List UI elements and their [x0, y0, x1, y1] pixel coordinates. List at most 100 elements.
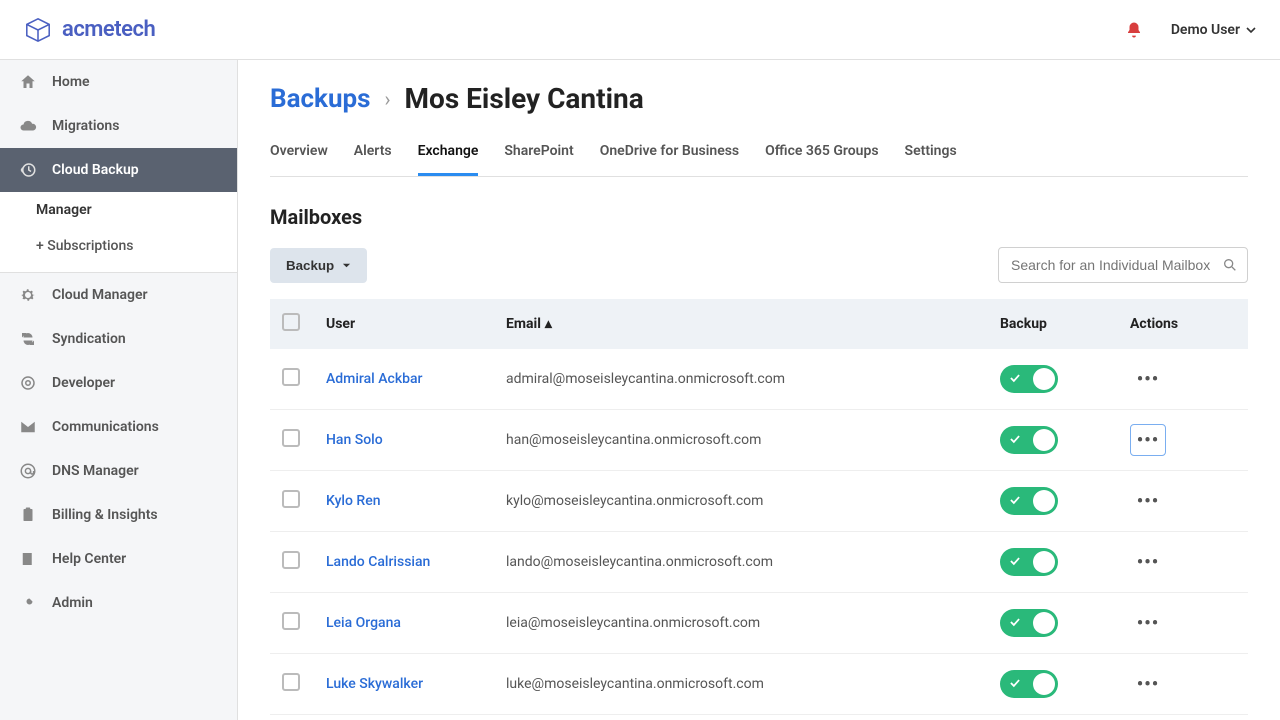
- row-checkbox[interactable]: [282, 368, 300, 386]
- tabbar: Overview Alerts Exchange SharePoint OneD…: [270, 133, 1248, 177]
- sidebar-subsection: Manager + Subscriptions: [0, 192, 237, 273]
- tab-onedrive[interactable]: OneDrive for Business: [600, 133, 739, 176]
- row-checkbox[interactable]: [282, 551, 300, 569]
- sidebar-item-migrations[interactable]: Migrations: [0, 104, 237, 148]
- toggle-knob: [1033, 368, 1055, 390]
- check-icon: [1008, 554, 1022, 568]
- search-input[interactable]: [998, 247, 1248, 283]
- tab-groups[interactable]: Office 365 Groups: [765, 133, 878, 176]
- topbar: acmetech Demo User: [0, 0, 1280, 60]
- row-checkbox[interactable]: [282, 673, 300, 691]
- search-icon: [1222, 257, 1238, 273]
- row-actions-button[interactable]: •••: [1130, 668, 1166, 700]
- dots-icon: •••: [1137, 613, 1159, 634]
- sidebar-item-label: Help Center: [52, 551, 126, 567]
- at-icon: [18, 461, 38, 481]
- backup-button[interactable]: Backup: [270, 248, 367, 283]
- target-icon: [18, 373, 38, 393]
- user-link[interactable]: Luke Skywalker: [326, 676, 423, 692]
- backup-toggle[interactable]: [1000, 670, 1058, 698]
- sidebar-item-label: Cloud Backup: [52, 162, 139, 178]
- mailboxes-table: User Email▴ Backup Actions Admiral Ackba…: [270, 299, 1248, 720]
- check-icon: [1008, 676, 1022, 690]
- backup-toggle[interactable]: [1000, 487, 1058, 515]
- sidebar-sub-manager[interactable]: Manager: [0, 192, 237, 228]
- row-checkbox[interactable]: [282, 490, 300, 508]
- sidebar-item-label: Migrations: [52, 118, 119, 134]
- breadcrumb: Backups › Mos Eisley Cantina: [270, 82, 1248, 115]
- sidebar-item-admin[interactable]: Admin: [0, 581, 237, 625]
- sidebar-item-label: Communications: [52, 419, 159, 435]
- tab-overview[interactable]: Overview: [270, 133, 328, 176]
- table-row: Kylo Renkylo@moseisleycantina.onmicrosof…: [270, 471, 1248, 532]
- tab-alerts[interactable]: Alerts: [354, 133, 392, 176]
- sidebar-item-syndication[interactable]: Syndication: [0, 317, 237, 361]
- sidebar: Home Migrations Cloud Backup Manager + S…: [0, 60, 238, 720]
- row-actions-button[interactable]: •••: [1130, 363, 1166, 395]
- user-link[interactable]: Admiral Ackbar: [326, 371, 423, 387]
- row-actions-button[interactable]: •••: [1130, 485, 1166, 517]
- row-checkbox[interactable]: [282, 612, 300, 630]
- history-icon: [18, 160, 38, 180]
- column-select: [270, 299, 314, 349]
- user-link[interactable]: Kylo Ren: [326, 493, 381, 509]
- cube-logo-icon: [24, 16, 52, 44]
- sidebar-item-cloud-manager[interactable]: Cloud Manager: [0, 273, 237, 317]
- sidebar-item-communications[interactable]: Communications: [0, 405, 237, 449]
- sidebar-item-help-center[interactable]: Help Center: [0, 537, 237, 581]
- brand-name: acmetech: [62, 17, 155, 42]
- column-backup[interactable]: Backup: [988, 299, 1118, 349]
- row-actions-button[interactable]: •••: [1130, 546, 1166, 578]
- sidebar-item-billing[interactable]: Billing & Insights: [0, 493, 237, 537]
- sidebar-item-label: Syndication: [52, 331, 126, 347]
- backup-toggle[interactable]: [1000, 548, 1058, 576]
- backup-button-label: Backup: [286, 258, 334, 273]
- tab-settings[interactable]: Settings: [905, 133, 957, 176]
- user-link[interactable]: Lando Calrissian: [326, 554, 430, 570]
- user-link[interactable]: Leia Organa: [326, 615, 401, 631]
- check-icon: [1008, 493, 1022, 507]
- topbar-right: Demo User: [1125, 21, 1256, 39]
- sidebar-item-dns-manager[interactable]: DNS Manager: [0, 449, 237, 493]
- table-row: Lando Calrissian lando@moseisleycantina.o…: [270, 532, 1248, 593]
- column-actions: Actions: [1118, 299, 1248, 349]
- breadcrumb-root[interactable]: Backups: [270, 84, 370, 114]
- user-email: lando@moseisleycantina.onmicrosoft.com: [506, 554, 773, 570]
- backup-toggle[interactable]: [1000, 365, 1058, 393]
- dots-icon: •••: [1137, 491, 1159, 512]
- user-menu[interactable]: Demo User: [1171, 22, 1256, 38]
- sidebar-sub-subscriptions[interactable]: + Subscriptions: [0, 228, 237, 264]
- mail-icon: [18, 417, 38, 437]
- gear-icon: [18, 285, 38, 305]
- tools-icon: [18, 593, 38, 613]
- backup-toggle[interactable]: [1000, 426, 1058, 454]
- row-checkbox[interactable]: [282, 429, 300, 447]
- table-row: Maz Kanatamaz@moseisleycantina.onmicroso…: [270, 715, 1248, 720]
- tab-exchange[interactable]: Exchange: [418, 133, 479, 176]
- column-user[interactable]: User: [314, 299, 494, 349]
- brand[interactable]: acmetech: [24, 16, 155, 44]
- user-email: luke@moseisleycantina.onmicrosoft.com: [506, 676, 764, 692]
- user-link[interactable]: Han Solo: [326, 432, 383, 448]
- sidebar-item-cloud-backup[interactable]: Cloud Backup: [0, 148, 237, 192]
- user-email: leia@moseisleycantina.onmicrosoft.com: [506, 615, 760, 631]
- backup-toggle[interactable]: [1000, 609, 1058, 637]
- toggle-knob: [1033, 429, 1055, 451]
- sidebar-item-home[interactable]: Home: [0, 60, 237, 104]
- table-row: Han Solohan@moseisleycantina.onmicrosoft…: [270, 410, 1248, 471]
- check-icon: [1008, 371, 1022, 385]
- bell-icon[interactable]: [1125, 21, 1143, 39]
- tab-sharepoint[interactable]: SharePoint: [504, 133, 573, 176]
- select-all-checkbox[interactable]: [282, 313, 300, 331]
- column-email[interactable]: Email▴: [494, 299, 988, 349]
- main: Home Migrations Cloud Backup Manager + S…: [0, 60, 1280, 720]
- row-actions-button[interactable]: •••: [1130, 424, 1166, 456]
- home-icon: [18, 72, 38, 92]
- row-actions-button[interactable]: •••: [1130, 607, 1166, 639]
- sidebar-item-label: DNS Manager: [52, 463, 139, 479]
- toolbar: Backup: [270, 247, 1248, 283]
- toggle-knob: [1033, 490, 1055, 512]
- sidebar-item-developer[interactable]: Developer: [0, 361, 237, 405]
- table-row: Luke Skywalker luke@moseisleycantina.onmi…: [270, 654, 1248, 715]
- caret-down-icon: [342, 261, 351, 270]
